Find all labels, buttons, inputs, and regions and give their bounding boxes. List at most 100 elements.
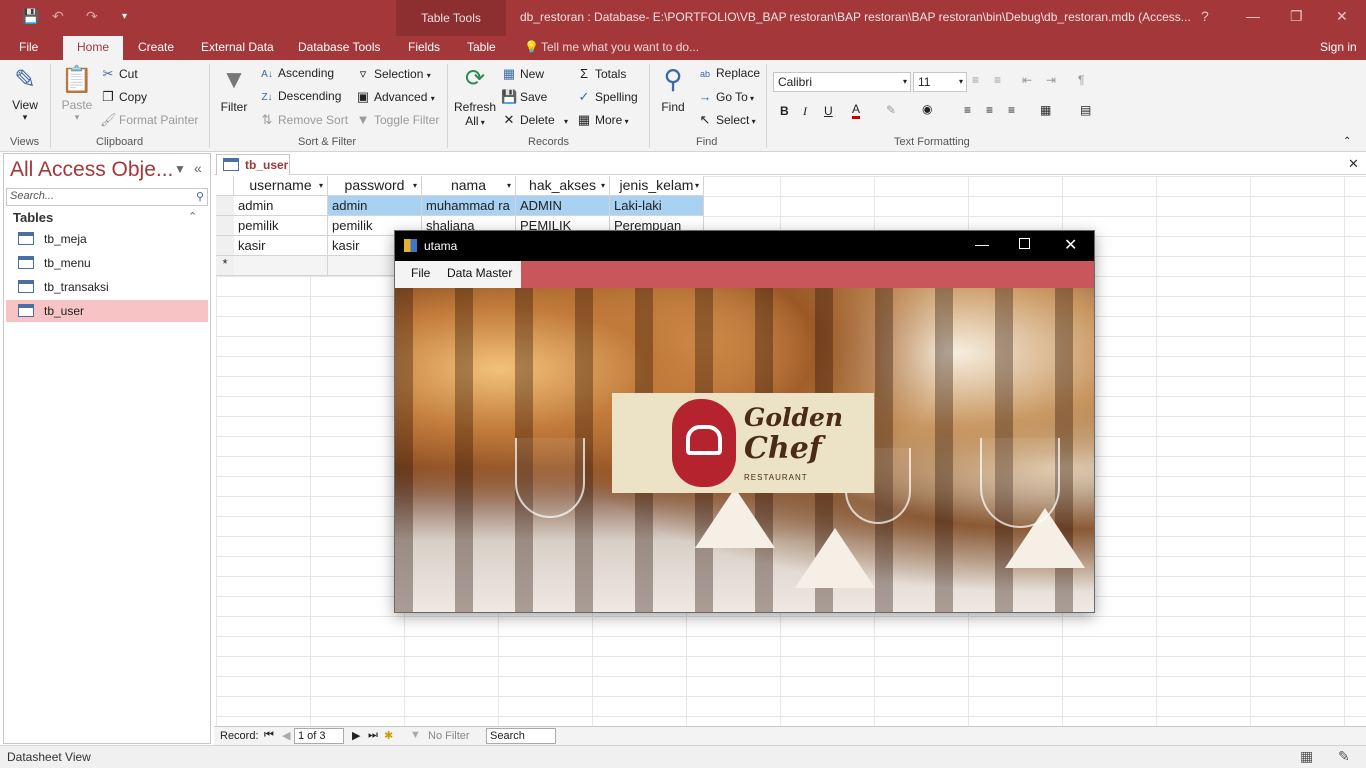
tab-database-tools[interactable]: Database Tools	[298, 40, 381, 54]
underline-button[interactable]: U	[824, 104, 833, 118]
nav-item-tb-meja[interactable]: tb_meja	[6, 228, 208, 250]
paste-button[interactable]: 📋 Paste ▾	[58, 64, 96, 123]
nav-pane-title[interactable]: All Access Obje...	[10, 158, 173, 182]
alternate-row-color-icon[interactable]: ▤	[1080, 103, 1091, 117]
minimize-icon[interactable]: —	[1246, 8, 1260, 24]
menu-data-master[interactable]: Data Master	[447, 266, 512, 280]
select-button[interactable]: ↖ Select ▾	[697, 112, 756, 128]
first-record-icon[interactable]: ⏮	[264, 729, 274, 742]
goto-button[interactable]: → Go To ▾	[697, 89, 755, 104]
cut-button[interactable]: ✂ Cut	[100, 66, 138, 82]
previous-record-icon[interactable]: ◀	[282, 729, 290, 742]
nav-item-tb-user[interactable]: tb_user	[6, 300, 208, 322]
font-size-select[interactable]: 11 ▾	[913, 72, 967, 92]
remove-sort-button[interactable]: ⇅ Remove Sort	[259, 112, 348, 128]
design-view-icon[interactable]: ✎	[1338, 748, 1350, 765]
save-record-button[interactable]: 💾 Save	[501, 89, 547, 105]
column-header-username[interactable]: username ▾	[234, 176, 328, 196]
next-record-icon[interactable]: ▶	[352, 729, 360, 742]
table-cell[interactable]: admin	[328, 196, 422, 216]
tab-home[interactable]: Home	[63, 36, 123, 60]
decrease-indent-icon[interactable]: ⇤	[1022, 73, 1032, 87]
undo-icon[interactable]: ↶	[52, 8, 64, 25]
tell-me-box[interactable]: Tell me what you want to do...	[541, 40, 699, 54]
table-cell[interactable]: ADMIN	[516, 196, 610, 216]
selection-button[interactable]: ▿ Selection ▾	[355, 66, 431, 82]
bullets-icon[interactable]: ≡	[972, 73, 979, 87]
last-record-icon[interactable]: ⏭	[368, 729, 378, 742]
italic-button[interactable]: I	[803, 104, 807, 119]
align-center-icon[interactable]: ≡	[986, 103, 993, 117]
new-record-marker[interactable]: *	[216, 256, 234, 276]
copy-button[interactable]: ❐ Copy	[100, 89, 147, 105]
font-color-icon[interactable]: A	[852, 102, 861, 119]
fill-color-icon[interactable]: ◉	[922, 102, 932, 116]
minimize-icon[interactable]: —	[975, 236, 989, 252]
help-icon[interactable]: ?	[1201, 8, 1209, 24]
row-selector[interactable]	[216, 216, 234, 236]
numbering-icon[interactable]: ≡	[994, 73, 1001, 87]
table-cell[interactable]: kasir	[234, 236, 328, 256]
delete-button[interactable]: ✕ Delete ▾	[501, 112, 569, 128]
filter-status[interactable]: No Filter	[428, 730, 470, 742]
menu-file[interactable]: File	[411, 266, 430, 280]
align-left-icon[interactable]: ≡	[964, 103, 971, 117]
nav-search-input[interactable]: Search... ⚲	[6, 188, 208, 206]
tab-fields[interactable]: Fields	[408, 40, 440, 54]
tab-external-data[interactable]: External Data	[201, 40, 274, 54]
paragraph-direction-icon[interactable]: ¶	[1078, 73, 1084, 87]
close-icon[interactable]: ✕	[1336, 8, 1348, 25]
customize-qat-icon[interactable]: ▾	[122, 11, 127, 22]
close-icon[interactable]: ✕	[1064, 235, 1077, 255]
advanced-button[interactable]: ▣ Advanced ▾	[355, 89, 435, 105]
row-selector[interactable]	[216, 236, 234, 256]
tab-file[interactable]: File	[19, 40, 38, 54]
find-button[interactable]: ⚲ Find	[656, 64, 690, 114]
table-cell[interactable]: admin	[234, 196, 328, 216]
column-header-jenis-kelamin[interactable]: jenis_kelam ▾	[610, 176, 704, 196]
new-record-button[interactable]: ▦ New	[501, 66, 544, 82]
maximize-icon[interactable]	[1019, 238, 1030, 249]
row-selector[interactable]	[216, 196, 234, 216]
tables-section-header[interactable]: Tables	[13, 210, 53, 225]
nav-item-tb-menu[interactable]: tb_menu	[6, 252, 208, 274]
view-button[interactable]: ✎ View ▾	[6, 64, 44, 123]
toggle-filter-button[interactable]: ▼ Toggle Filter	[355, 112, 440, 127]
restore-icon[interactable]: ❐	[1290, 8, 1303, 25]
nav-item-tb-transaksi[interactable]: tb_transaksi	[6, 276, 208, 298]
align-right-icon[interactable]: ≡	[1008, 103, 1015, 117]
chevron-up-icon[interactable]: ⌃	[188, 210, 197, 223]
close-document-icon[interactable]: ✕	[1348, 156, 1359, 172]
datasheet-view-icon[interactable]: ▦	[1300, 748, 1313, 765]
collapse-pane-icon[interactable]: «	[194, 160, 202, 176]
refresh-all-button[interactable]: ⟳ Refresh All ▾	[454, 64, 496, 128]
column-header-hak-akses[interactable]: hak_akses ▾	[516, 176, 610, 196]
tab-table[interactable]: Table	[467, 40, 496, 54]
new-blank-record-icon[interactable]: ✱	[384, 729, 393, 742]
column-header-nama[interactable]: nama ▾	[422, 176, 516, 196]
replace-button[interactable]: ab Replace	[697, 66, 760, 80]
increase-indent-icon[interactable]: ⇥	[1046, 73, 1056, 87]
nav-dropdown-icon[interactable]: ▼	[174, 162, 186, 176]
collapse-ribbon-icon[interactable]: ⌃	[1343, 136, 1351, 147]
select-all-corner[interactable]	[216, 176, 234, 196]
ascending-button[interactable]: A↓ Ascending	[259, 66, 334, 80]
bold-button[interactable]: B	[780, 104, 789, 118]
table-cell[interactable]: muhammad ra	[422, 196, 516, 216]
table-cell[interactable]: pemilik	[234, 216, 328, 236]
tab-create[interactable]: Create	[138, 40, 174, 54]
redo-icon[interactable]: ↷	[86, 8, 98, 25]
descending-button[interactable]: Z↓ Descending	[259, 89, 341, 103]
highlight-icon[interactable]: ✎	[886, 103, 896, 117]
format-painter-button[interactable]: 🖌 Format Painter	[100, 112, 198, 128]
more-button[interactable]: ▦ More ▾	[576, 112, 629, 128]
totals-button[interactable]: Σ Totals	[576, 66, 626, 81]
doc-tab-tb-user[interactable]: tb_user	[216, 154, 290, 175]
column-header-password[interactable]: password ▾	[328, 176, 422, 196]
spelling-button[interactable]: ✓ Spelling	[576, 89, 638, 105]
table-cell[interactable]	[234, 256, 328, 276]
table-cell[interactable]: Laki-laki	[610, 196, 704, 216]
save-icon[interactable]: 💾	[22, 8, 39, 25]
record-search-input[interactable]: Search	[486, 728, 556, 744]
sign-in-link[interactable]: Sign in	[1320, 40, 1357, 54]
